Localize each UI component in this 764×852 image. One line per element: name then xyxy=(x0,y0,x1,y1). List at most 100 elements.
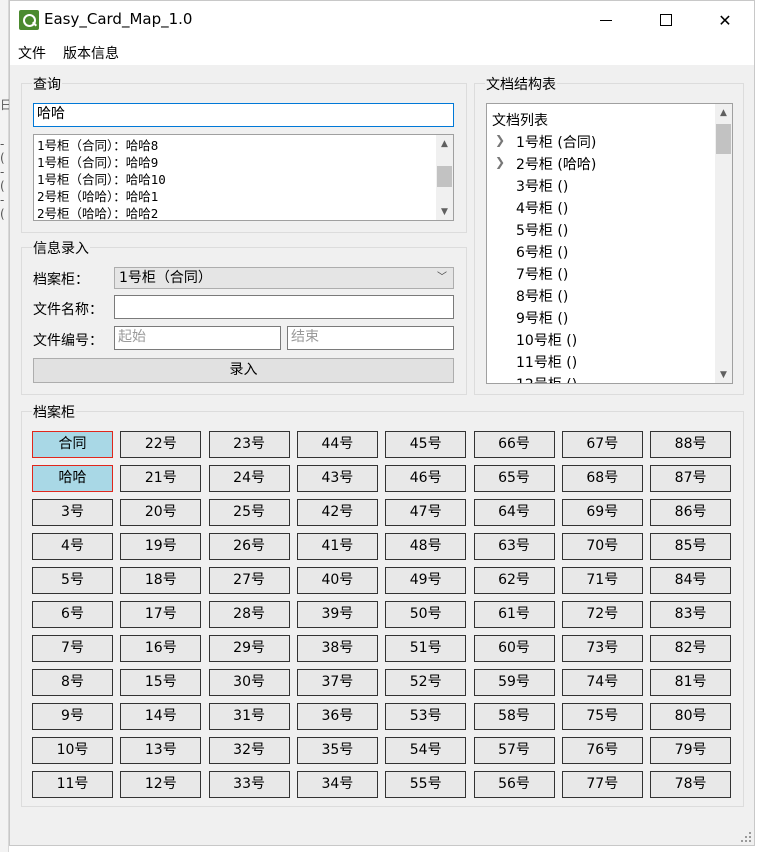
cabinet-button[interactable]: 40号 xyxy=(296,567,378,594)
cabinet-button[interactable]: 4号 xyxy=(32,533,113,560)
cabinet-button[interactable]: 19号 xyxy=(120,533,202,560)
scroll-up-icon[interactable]: ▲ xyxy=(715,104,732,121)
tree-item[interactable]: 1号柜 (合同) xyxy=(516,132,596,152)
cabinet-button[interactable]: 63号 xyxy=(473,533,555,560)
cabinet-button[interactable]: 66号 xyxy=(473,431,555,458)
cabinet-button[interactable]: 56号 xyxy=(473,771,555,798)
cabinet-button[interactable]: 17号 xyxy=(120,601,202,628)
cabinet-button[interactable]: 13号 xyxy=(120,737,202,764)
cabinet-button[interactable]: 51号 xyxy=(385,635,467,662)
tree-item[interactable]: 3号柜 () xyxy=(516,176,568,196)
cabinet-button[interactable]: 72号 xyxy=(561,601,643,628)
cabinet-select[interactable]: 1号柜（合同） ﹀ xyxy=(114,267,454,289)
cabinet-button[interactable]: 12号 xyxy=(120,771,202,798)
cabinet-button[interactable]: 87号 xyxy=(650,465,732,492)
cabinet-button[interactable]: 30号 xyxy=(208,669,290,696)
cabinet-button[interactable]: 35号 xyxy=(296,737,378,764)
cabinet-button[interactable]: 24号 xyxy=(208,465,290,492)
cabinet-button[interactable]: 39号 xyxy=(296,601,378,628)
cabinet-button[interactable]: 5号 xyxy=(32,567,113,594)
cabinet-button[interactable]: 14号 xyxy=(120,703,202,730)
cabinet-button[interactable]: 合同 xyxy=(32,431,113,458)
tree-item[interactable]: 10号柜 () xyxy=(516,330,577,350)
cabinet-button[interactable]: 81号 xyxy=(650,669,732,696)
cabinet-button[interactable]: 74号 xyxy=(561,669,643,696)
cabinet-button[interactable]: 53号 xyxy=(385,703,467,730)
cabinet-button[interactable]: 27号 xyxy=(208,567,290,594)
cabinet-button[interactable]: 哈哈 xyxy=(32,465,113,492)
cabinet-button[interactable]: 84号 xyxy=(650,567,732,594)
cabinet-button[interactable]: 58号 xyxy=(473,703,555,730)
document-tree[interactable]: 文档列表 ❯ 1号柜 (合同) ❯ 2号柜 (哈哈) 3号柜 () 4号柜 () 5号柜 (… xyxy=(486,103,733,384)
cabinet-button[interactable]: 52号 xyxy=(385,669,467,696)
chevron-right-icon[interactable]: ❯ xyxy=(495,133,505,147)
cabinet-button[interactable]: 41号 xyxy=(296,533,378,560)
tree-item[interactable]: 4号柜 () xyxy=(516,198,568,218)
cabinet-button[interactable]: 11号 xyxy=(32,771,113,798)
scroll-down-icon[interactable]: ▼ xyxy=(715,366,732,383)
cabinet-button[interactable]: 62号 xyxy=(473,567,555,594)
tree-item[interactable]: 9号柜 () xyxy=(516,308,568,328)
cabinet-button[interactable]: 18号 xyxy=(120,567,202,594)
cabinet-button[interactable]: 48号 xyxy=(385,533,467,560)
cabinet-button[interactable]: 8号 xyxy=(32,669,113,696)
tree-item[interactable]: 11号柜 () xyxy=(516,352,577,372)
cabinet-button[interactable]: 71号 xyxy=(561,567,643,594)
search-input[interactable]: 哈哈 xyxy=(33,103,454,127)
file-name-input[interactable] xyxy=(114,295,454,319)
cabinet-button[interactable]: 16号 xyxy=(120,635,202,662)
cabinet-button[interactable]: 60号 xyxy=(473,635,555,662)
list-item[interactable]: 2号柜（哈哈）：哈哈1 xyxy=(34,188,453,205)
resize-grip-icon[interactable] xyxy=(741,832,751,842)
menu-version-info[interactable]: 版本信息 xyxy=(63,43,119,63)
cabinet-button[interactable]: 85号 xyxy=(650,533,732,560)
cabinet-button[interactable]: 10号 xyxy=(32,737,113,764)
end-number-input[interactable]: 结束 xyxy=(287,326,454,350)
maximize-button[interactable] xyxy=(637,1,695,39)
cabinet-button[interactable]: 7号 xyxy=(32,635,113,662)
tree-root[interactable]: 文档列表 xyxy=(492,110,548,130)
cabinet-button[interactable]: 69号 xyxy=(561,499,643,526)
query-results-scrollbar[interactable]: ▲ ▼ xyxy=(436,135,453,220)
cabinet-button[interactable]: 76号 xyxy=(561,737,643,764)
cabinet-button[interactable]: 45号 xyxy=(385,431,467,458)
cabinet-button[interactable]: 77号 xyxy=(561,771,643,798)
cabinet-button[interactable]: 50号 xyxy=(385,601,467,628)
cabinet-button[interactable]: 37号 xyxy=(296,669,378,696)
list-item[interactable]: 1号柜（合同）：哈哈10 xyxy=(34,171,453,188)
chevron-right-icon[interactable]: ❯ xyxy=(495,155,505,169)
cabinet-button[interactable]: 88号 xyxy=(650,431,732,458)
cabinet-button[interactable]: 43号 xyxy=(296,465,378,492)
tree-item[interactable]: 6号柜 () xyxy=(516,242,568,262)
cabinet-button[interactable]: 28号 xyxy=(208,601,290,628)
cabinet-button[interactable]: 38号 xyxy=(296,635,378,662)
tree-item[interactable]: 2号柜 (哈哈) xyxy=(516,154,596,174)
title-bar[interactable]: Easy_Card_Map_1.0 ✕ xyxy=(10,1,754,39)
start-number-input[interactable]: 起始 xyxy=(114,326,281,350)
cabinet-button[interactable]: 68号 xyxy=(561,465,643,492)
tree-item[interactable]: 8号柜 () xyxy=(516,286,568,306)
close-button[interactable]: ✕ xyxy=(696,1,754,39)
cabinet-button[interactable]: 42号 xyxy=(296,499,378,526)
cabinet-button[interactable]: 31号 xyxy=(208,703,290,730)
cabinet-button[interactable]: 34号 xyxy=(296,771,378,798)
cabinet-button[interactable]: 65号 xyxy=(473,465,555,492)
cabinet-button[interactable]: 54号 xyxy=(385,737,467,764)
cabinet-button[interactable]: 6号 xyxy=(32,601,113,628)
tree-item[interactable]: 12号柜 () xyxy=(516,374,577,383)
cabinet-button[interactable]: 36号 xyxy=(296,703,378,730)
scrollbar-thumb[interactable] xyxy=(716,124,731,154)
cabinet-button[interactable]: 73号 xyxy=(561,635,643,662)
scroll-down-icon[interactable]: ▼ xyxy=(436,203,453,220)
cabinet-button[interactable]: 29号 xyxy=(208,635,290,662)
submit-button[interactable]: 录入 xyxy=(33,358,454,383)
cabinet-button[interactable]: 83号 xyxy=(650,601,732,628)
cabinet-button[interactable]: 61号 xyxy=(473,601,555,628)
cabinet-button[interactable]: 70号 xyxy=(561,533,643,560)
scroll-up-icon[interactable]: ▲ xyxy=(436,135,453,152)
cabinet-button[interactable]: 25号 xyxy=(208,499,290,526)
cabinet-button[interactable]: 44号 xyxy=(296,431,378,458)
cabinet-button[interactable]: 55号 xyxy=(385,771,467,798)
cabinet-button[interactable]: 82号 xyxy=(650,635,732,662)
cabinet-button[interactable]: 49号 xyxy=(385,567,467,594)
